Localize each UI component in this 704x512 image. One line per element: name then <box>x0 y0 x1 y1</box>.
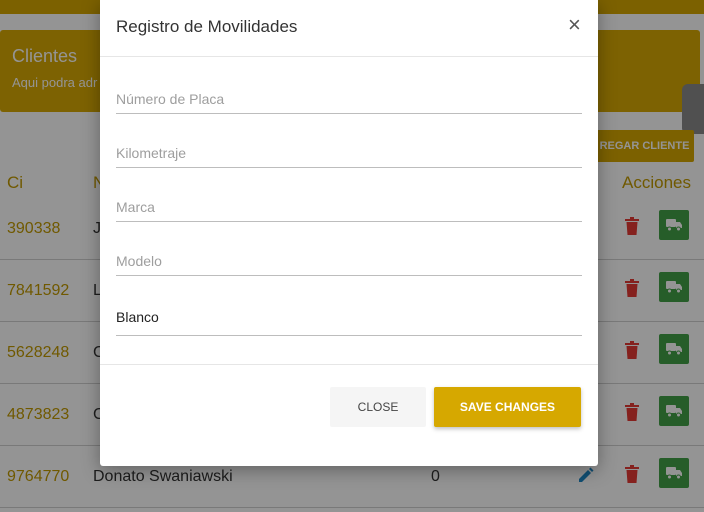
modal-title: Registro de Movilidades <box>116 17 298 36</box>
modal-header: Registro de Movilidades × <box>100 0 598 57</box>
brand-field <box>116 196 582 222</box>
mileage-field <box>116 142 582 168</box>
save-changes-button[interactable]: SAVE CHANGES <box>434 387 581 427</box>
vehicle-registration-modal: Registro de Movilidades × CLOSE SAVE CHA… <box>100 0 598 466</box>
plate-number-input[interactable] <box>116 88 582 110</box>
brand-input[interactable] <box>116 196 582 218</box>
plate-number-field <box>116 88 582 114</box>
close-button[interactable]: CLOSE <box>330 387 426 427</box>
model-field <box>116 250 582 276</box>
mileage-input[interactable] <box>116 142 582 164</box>
close-icon[interactable]: × <box>568 13 581 37</box>
modal-footer: CLOSE SAVE CHANGES <box>100 364 598 466</box>
color-input[interactable] <box>116 306 582 328</box>
model-input[interactable] <box>116 250 582 272</box>
color-field <box>116 306 582 336</box>
